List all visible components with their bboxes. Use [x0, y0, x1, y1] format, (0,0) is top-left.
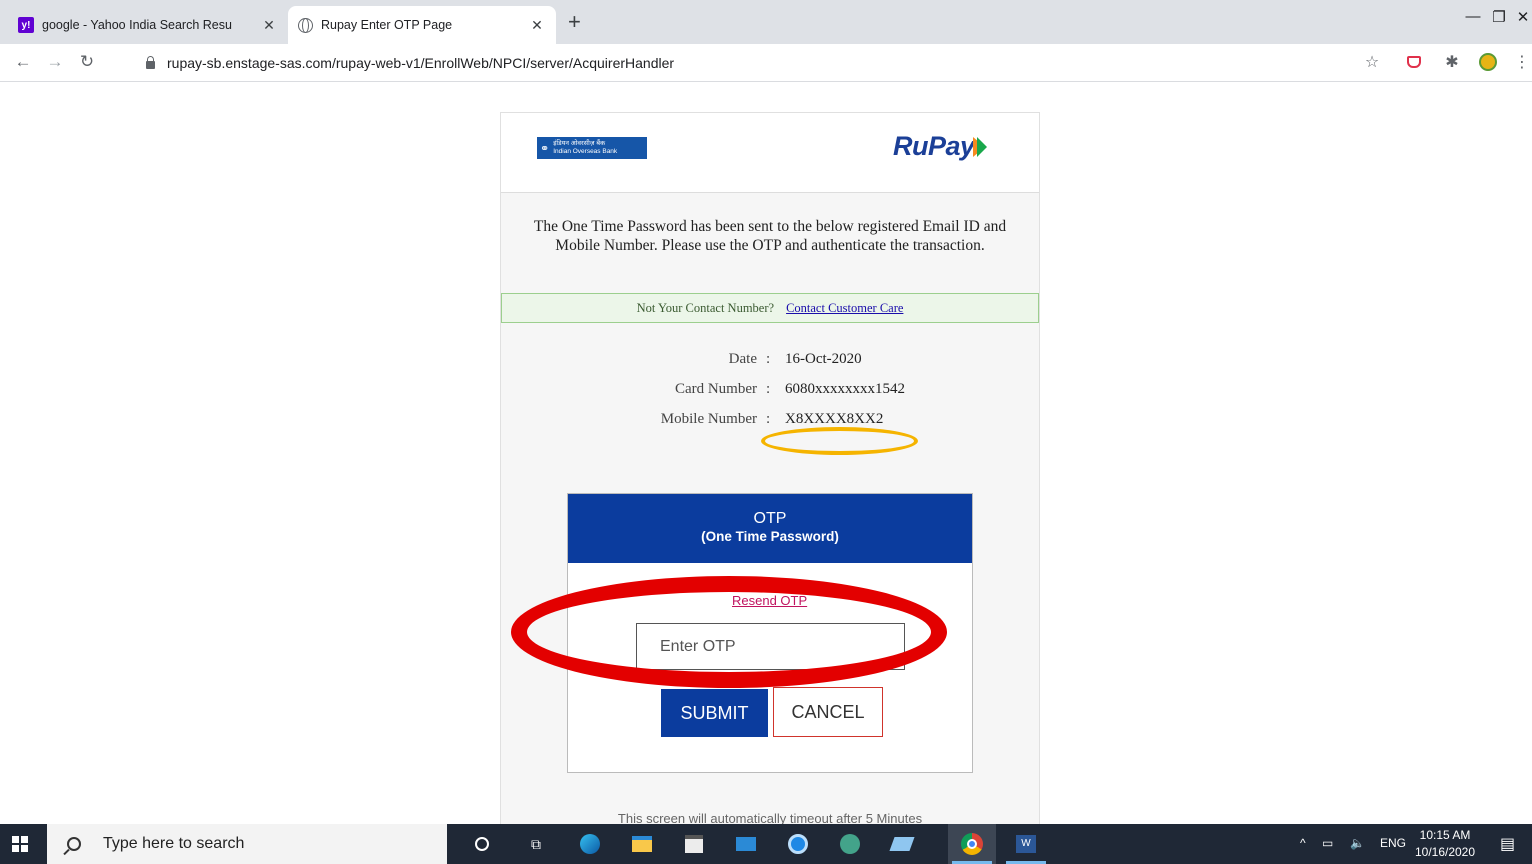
otp-panel-header: OTP (One Time Password) — [568, 494, 972, 563]
notice-text: Not Your Contact Number? — [636, 300, 775, 315]
mail-icon[interactable] — [734, 832, 758, 856]
rupay-logo-text: RuPay — [893, 131, 975, 161]
card-header: ⚭ इंडियन ओवरसीज़ बैंक Indian Overseas Ba… — [501, 113, 1039, 193]
tab-yahoo-search[interactable]: y! google - Yahoo India Search Resu ✕ — [8, 6, 288, 44]
rupay-green-arrow-icon — [976, 137, 987, 157]
bank-name-english: Indian Overseas Bank — [553, 148, 618, 155]
windows-start-icon[interactable] — [12, 836, 28, 852]
file-explorer-icon[interactable] — [630, 832, 654, 856]
lock-icon — [146, 56, 155, 69]
chrome-icon[interactable] — [960, 832, 984, 856]
globe-favicon-icon — [298, 17, 313, 33]
back-arrow-icon[interactable]: ← — [12, 52, 34, 72]
close-window-icon[interactable]: ✕ — [1508, 8, 1532, 26]
app-flower-icon[interactable] — [838, 832, 862, 856]
show-hidden-icons-chevron-icon[interactable]: ^ — [1300, 836, 1306, 850]
windows-taskbar: Type here to search ⧉ W ^ ▭ 🔈 ENG 10:15 … — [0, 824, 1532, 864]
new-tab-button[interactable]: + — [568, 11, 581, 33]
info-label: Card Number — [674, 381, 757, 397]
address-bar[interactable]: rupay-sb.enstage-sas.com/rupay-web-v1/En… — [132, 49, 1362, 77]
otp-title: OTP — [753, 510, 787, 527]
clock-time: 10:15 AM — [1419, 828, 1471, 842]
info-value: X8XXXX8XX2 — [785, 411, 884, 427]
contact-customer-care-link[interactable]: Contact Customer Care — [786, 301, 903, 316]
info-colon: : — [766, 411, 771, 427]
url-text: rupay-sb.enstage-sas.com/rupay-web-v1/En… — [167, 55, 675, 71]
input-language[interactable]: ENG — [1380, 836, 1406, 850]
edge-icon[interactable] — [578, 832, 602, 856]
network-icon[interactable]: ▭ — [1322, 836, 1333, 850]
info-row-date: Date : 16-Oct-2020 — [501, 351, 1039, 371]
app-swirl-icon[interactable] — [786, 832, 810, 856]
word-icon[interactable]: W — [1014, 832, 1038, 856]
contact-notice-bar: Not Your Contact Number? Contact Custome… — [501, 293, 1039, 323]
otp-input-highlight-ellipse — [511, 576, 947, 688]
pocket-extension-icon[interactable] — [1404, 52, 1424, 72]
mobile-number-highlight-ellipse — [761, 427, 918, 455]
info-colon: : — [766, 381, 771, 397]
store-icon[interactable] — [682, 832, 706, 856]
extensions-puzzle-icon[interactable]: ✱ — [1442, 52, 1462, 72]
taskbar-search-placeholder: Type here to search — [103, 835, 245, 852]
tab-rupay-otp[interactable]: Rupay Enter OTP Page ✕ — [288, 6, 556, 44]
address-toolbar: ← → ↻ rupay-sb.enstage-sas.com/rupay-web… — [0, 44, 1532, 82]
browser-tab-bar: y! google - Yahoo India Search Resu ✕ Ru… — [0, 0, 1532, 44]
search-icon — [67, 837, 81, 851]
info-value: 16-Oct-2020 — [785, 351, 862, 367]
indian-overseas-bank-logo: ⚭ इंडियन ओवरसीज़ बैंक Indian Overseas Ba… — [537, 137, 647, 159]
otp-subtitle: (One Time Password) — [701, 529, 839, 544]
bank-name-hindi: इंडियन ओवरसीज़ बैंक — [553, 140, 606, 147]
tab-title: Rupay Enter OTP Page — [321, 18, 453, 32]
cortana-icon[interactable] — [470, 832, 494, 856]
task-view-icon[interactable]: ⧉ — [524, 832, 548, 856]
taskbar-search[interactable]: Type here to search — [47, 824, 447, 864]
forward-arrow-icon[interactable]: → — [44, 52, 66, 72]
cancel-button[interactable]: CANCEL — [773, 687, 883, 737]
menu-kebab-icon[interactable]: ⋮ — [1512, 52, 1532, 72]
app-feather-icon[interactable] — [889, 832, 915, 856]
taskbar-clock[interactable]: 10:15 AM 10/16/2020 — [1414, 827, 1476, 861]
tab-title: google - Yahoo India Search Resu — [42, 18, 232, 32]
volume-icon[interactable]: 🔈 — [1350, 836, 1365, 850]
info-row-card-number: Card Number : 6080xxxxxxxx1542 — [501, 381, 1039, 401]
info-value: 6080xxxxxxxx1542 — [785, 381, 905, 397]
notifications-icon[interactable]: ▤ — [1500, 834, 1515, 854]
clock-date: 10/16/2020 — [1414, 845, 1476, 859]
otp-page-card: ⚭ इंडियन ओवरसीज़ बैंक Indian Overseas Ba… — [500, 112, 1040, 832]
bookmark-star-icon[interactable]: ☆ — [1362, 52, 1382, 72]
profile-avatar-icon[interactable] — [1478, 52, 1498, 72]
bank-emblem-icon: ⚭ — [540, 142, 550, 155]
info-label: Mobile Number — [660, 411, 757, 427]
submit-button[interactable]: SUBMIT — [661, 689, 768, 737]
yahoo-favicon-icon: y! — [18, 17, 34, 33]
close-tab-icon[interactable]: ✕ — [260, 17, 278, 34]
info-row-mobile-number: Mobile Number : X8XXXX8XX2 — [501, 411, 1039, 431]
info-colon: : — [766, 351, 771, 367]
reload-icon[interactable]: ↻ — [76, 52, 98, 72]
otp-sent-message: The One Time Password has been sent to t… — [533, 218, 1007, 254]
close-tab-icon[interactable]: ✕ — [528, 17, 546, 34]
info-label: Date — [728, 351, 757, 367]
rupay-logo: RuPay — [893, 131, 987, 162]
